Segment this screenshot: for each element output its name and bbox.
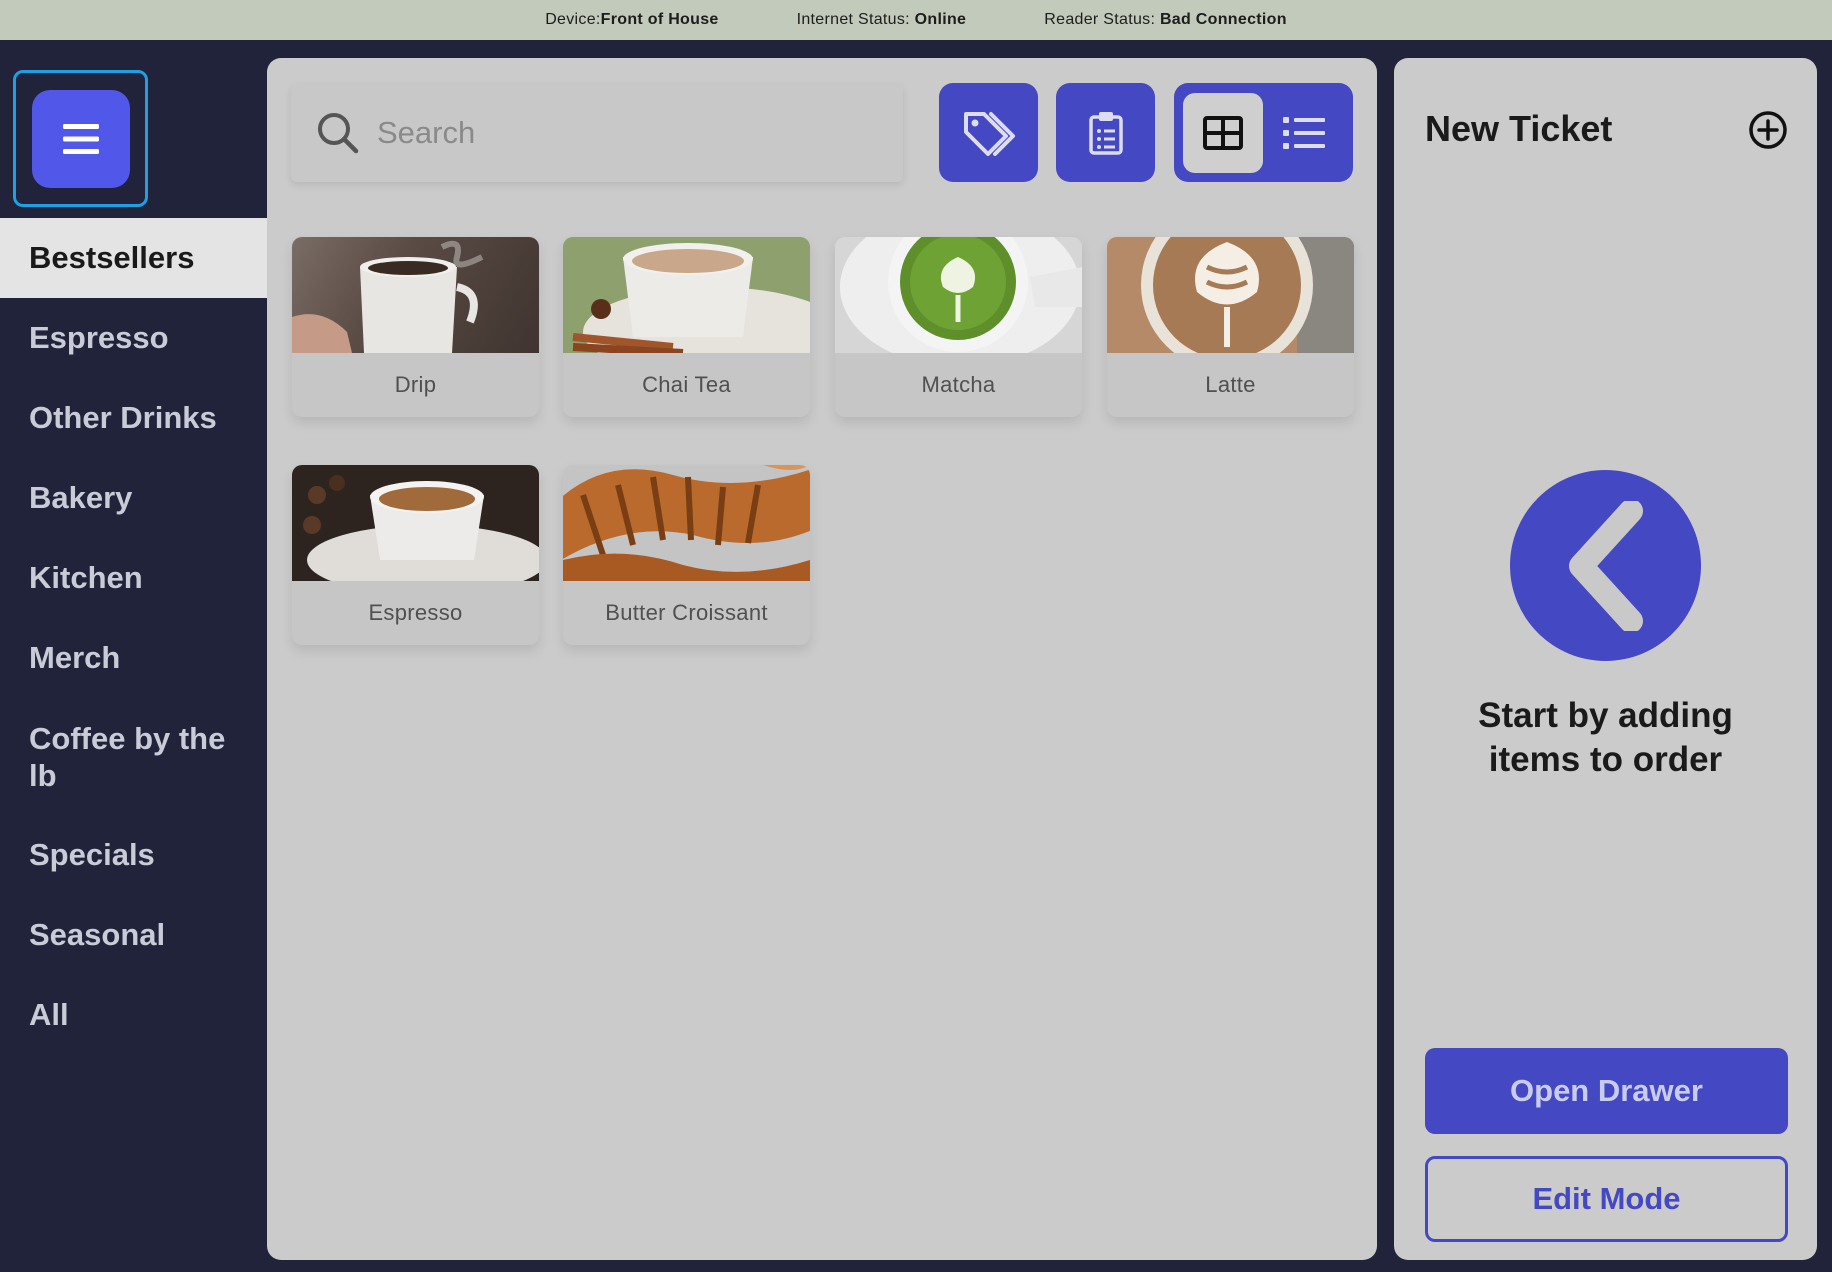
ticket-panel: New Ticket Start by adding items to orde… — [1394, 58, 1817, 1260]
status-bar: Device:Front of House Internet Status: O… — [0, 0, 1832, 40]
clipboard-list-icon — [1088, 111, 1123, 155]
category-coffee-by-the-lb[interactable]: Coffee by the lb — [0, 698, 267, 815]
list-icon — [1283, 116, 1325, 149]
grid-view-button[interactable] — [1183, 92, 1263, 173]
chevron-left-icon — [1568, 500, 1643, 631]
device-status-value: Front of House — [600, 11, 719, 28]
search-box[interactable] — [291, 84, 903, 182]
plus-circle-icon — [1749, 111, 1787, 149]
discount-button[interactable] — [939, 83, 1038, 182]
add-ticket-button[interactable] — [1748, 110, 1788, 150]
category-sidebar: Bestsellers Espresso Other Drinks Bakery… — [0, 40, 267, 1272]
product-name: Chai Tea — [642, 372, 731, 397]
product-card-matcha[interactable]: Matcha — [835, 237, 1082, 417]
butter-croissant-photo — [563, 465, 810, 581]
category-kitchen[interactable]: Kitchen — [0, 538, 267, 618]
hamburger-menu-icon — [62, 123, 99, 154]
product-card-latte[interactable]: Latte — [1107, 237, 1354, 417]
category-merch[interactable]: Merch — [0, 618, 267, 698]
internet-status-label: Internet Status: — [796, 11, 915, 28]
orders-button[interactable] — [1056, 83, 1155, 182]
category-espresso[interactable]: Espresso — [0, 298, 267, 378]
menu-button-focus-ring — [13, 70, 148, 207]
ticket-title: New Ticket — [1425, 108, 1613, 149]
device-status-label: Device: — [545, 11, 601, 28]
search-icon — [318, 113, 359, 154]
view-mode-toggle — [1174, 83, 1353, 182]
product-card-chai-tea[interactable]: Chai Tea — [563, 237, 810, 417]
reader-status-label: Reader Status: — [1044, 11, 1160, 28]
product-name: Latte — [1205, 372, 1256, 397]
product-panel: Drip Chai Tea — [267, 58, 1377, 1260]
chai-tea-photo — [563, 237, 810, 353]
grid-icon — [1203, 115, 1243, 150]
product-name: Butter Croissant — [605, 600, 768, 625]
matcha-photo — [835, 237, 1082, 353]
product-name: Matcha — [921, 372, 996, 397]
product-name: Espresso — [368, 600, 463, 625]
drip-photo — [292, 237, 539, 353]
internet-status: Internet Status: Online — [797, 11, 967, 29]
empty-ticket-message: Start by adding items to order — [1394, 694, 1817, 782]
category-bestsellers[interactable]: Bestsellers — [0, 218, 267, 298]
edit-mode-button[interactable]: Edit Mode — [1425, 1156, 1788, 1242]
product-name: Drip — [394, 372, 437, 397]
category-seasonal[interactable]: Seasonal — [0, 895, 267, 975]
menu-button[interactable] — [31, 89, 130, 188]
list-view-button[interactable] — [1264, 93, 1344, 173]
internet-status-value: Online — [914, 11, 967, 28]
category-other-drinks[interactable]: Other Drinks — [0, 378, 267, 458]
product-card-butter-croissant[interactable]: Butter Croissant — [563, 465, 810, 645]
category-list: Bestsellers Espresso Other Drinks Bakery… — [0, 218, 267, 1055]
tags-icon — [963, 111, 1015, 156]
device-status: Device:Front of House — [545, 11, 718, 29]
category-bakery[interactable]: Bakery — [0, 458, 267, 538]
empty-ticket-graphic — [1510, 470, 1701, 661]
category-all[interactable]: All — [0, 975, 267, 1055]
espresso-photo — [292, 465, 539, 581]
reader-status: Reader Status: Bad Connection — [1044, 11, 1287, 29]
reader-status-value: Bad Connection — [1159, 11, 1287, 28]
empty-ticket-text: Start by adding items to order — [1478, 696, 1733, 779]
category-specials[interactable]: Specials — [0, 815, 267, 895]
product-card-espresso[interactable]: Espresso — [292, 465, 539, 645]
open-drawer-button[interactable]: Open Drawer — [1425, 1048, 1788, 1134]
search-input[interactable] — [377, 115, 877, 151]
product-card-drip[interactable]: Drip — [292, 237, 539, 417]
latte-photo — [1107, 237, 1354, 353]
